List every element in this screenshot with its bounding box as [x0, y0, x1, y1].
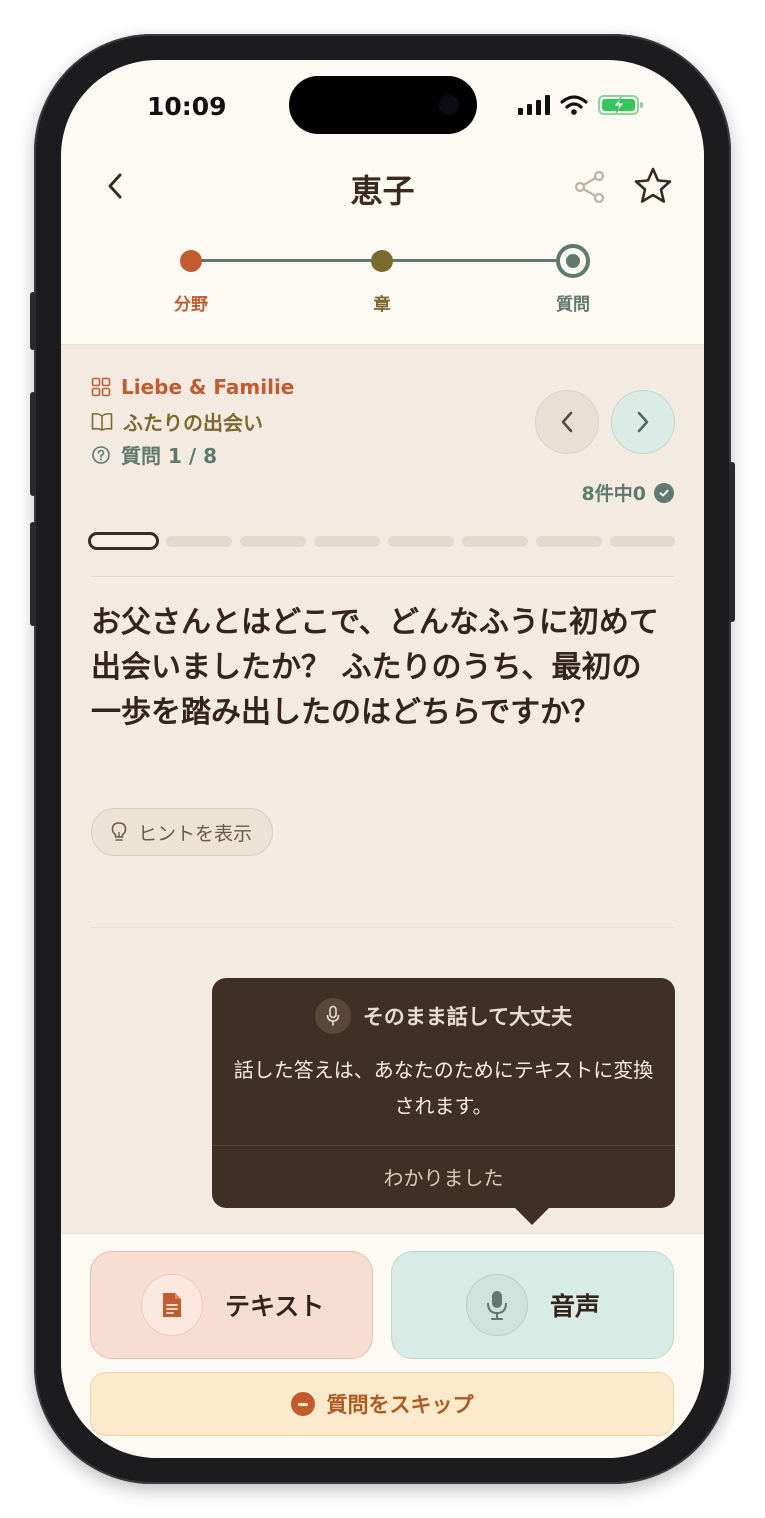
microphone-icon	[466, 1274, 528, 1336]
step-dot-question[interactable]	[556, 244, 590, 278]
question-progress-segments	[88, 532, 675, 550]
content-divider	[91, 927, 674, 928]
step-dot-chapter[interactable]	[371, 250, 393, 272]
question-counter-row: 質問 1 / 8	[91, 440, 217, 469]
voice-answer-label: 音声	[550, 1292, 601, 1321]
skip-question-label: 質問をスキップ	[326, 1393, 474, 1417]
chapter-label: ふたりの出会い	[123, 411, 263, 435]
progress-segment[interactable]	[536, 536, 602, 547]
help-circle-icon	[92, 445, 110, 464]
lightbulb-icon	[111, 822, 127, 841]
progress-segment[interactable]	[610, 536, 675, 547]
action-button	[30, 292, 36, 350]
progress-segment[interactable]	[462, 536, 528, 547]
voice-answer-button[interactable]: 音声	[391, 1251, 674, 1359]
app-screen: 10:09 恵子 分野 章 質問 Liebe & Familie ふたりの出会い…	[61, 60, 704, 1458]
text-answer-button[interactable]: テキスト	[90, 1251, 373, 1359]
chevron-right-icon	[637, 411, 649, 433]
popover-body: 話した答えは、あなたのためにテキストに変換されます。	[233, 1058, 654, 1118]
signal-icon	[518, 95, 550, 115]
share-icon	[574, 170, 605, 204]
chapter-row: ふたりの出会い	[91, 407, 263, 436]
grid-icon	[91, 377, 111, 397]
wifi-icon	[560, 95, 588, 115]
status-time: 10:09	[147, 92, 227, 121]
microphone-icon	[314, 998, 351, 1034]
progress-segment[interactable]	[314, 536, 380, 547]
volume-up-button	[30, 392, 36, 496]
previous-question-button[interactable]	[535, 390, 599, 454]
progress-segment[interactable]	[388, 536, 454, 547]
chevron-left-icon	[561, 411, 573, 433]
show-hint-button[interactable]: ヒントを表示	[91, 808, 274, 856]
progress-segment[interactable]	[88, 532, 159, 550]
answer-bar: テキスト 音声 質問をスキップ	[61, 1233, 704, 1458]
step-label-field: 分野	[174, 295, 208, 315]
progress-stepper: 分野 章 質問	[61, 244, 704, 326]
dynamic-island	[289, 76, 477, 134]
minus-circle-icon	[290, 1392, 315, 1416]
voice-tip-popover: そのまま話して大丈夫 話した答えは、あなたのためにテキストに変換されます。 わか…	[212, 978, 675, 1225]
text-answer-label: テキスト	[225, 1292, 325, 1321]
category-row: Liebe & Familie	[91, 375, 294, 399]
power-button	[729, 462, 735, 622]
popover-dismiss-button[interactable]: わかりました	[212, 1162, 675, 1191]
document-icon	[141, 1274, 203, 1336]
favorite-button[interactable]	[633, 166, 673, 206]
popover-divider	[212, 1145, 675, 1146]
answered-count-label: 8件中0	[581, 483, 646, 505]
question-text: お父さんとはどこで、どんなふうに初めて出会いましたか？ ふたりのうち、最初の一歩…	[91, 605, 659, 730]
progress-segment[interactable]	[166, 536, 232, 547]
skip-question-button[interactable]: 質問をスキップ	[90, 1372, 674, 1436]
show-hint-label: ヒントを表示	[138, 822, 253, 845]
answered-count: 8件中0	[582, 479, 674, 506]
step-label-chapter: 章	[373, 295, 391, 315]
status-icons	[518, 94, 644, 116]
question-divider	[91, 576, 674, 577]
check-circle-icon	[654, 482, 674, 503]
progress-segment[interactable]	[240, 536, 306, 547]
battery-charging-icon	[598, 95, 643, 115]
step-dot-field[interactable]	[180, 250, 202, 272]
step-label-question: 質問	[556, 295, 590, 315]
popover-title: そのまま話して大丈夫	[362, 1005, 573, 1029]
category-label: Liebe & Familie	[121, 375, 295, 399]
volume-down-button	[30, 522, 36, 626]
question-counter: 質問 1 / 8	[121, 444, 218, 468]
next-question-button[interactable]	[611, 390, 675, 454]
book-icon	[91, 412, 113, 431]
popover-header: そのまま話して大丈夫	[212, 998, 675, 1034]
star-icon	[634, 167, 672, 203]
share-button[interactable]	[571, 168, 609, 206]
